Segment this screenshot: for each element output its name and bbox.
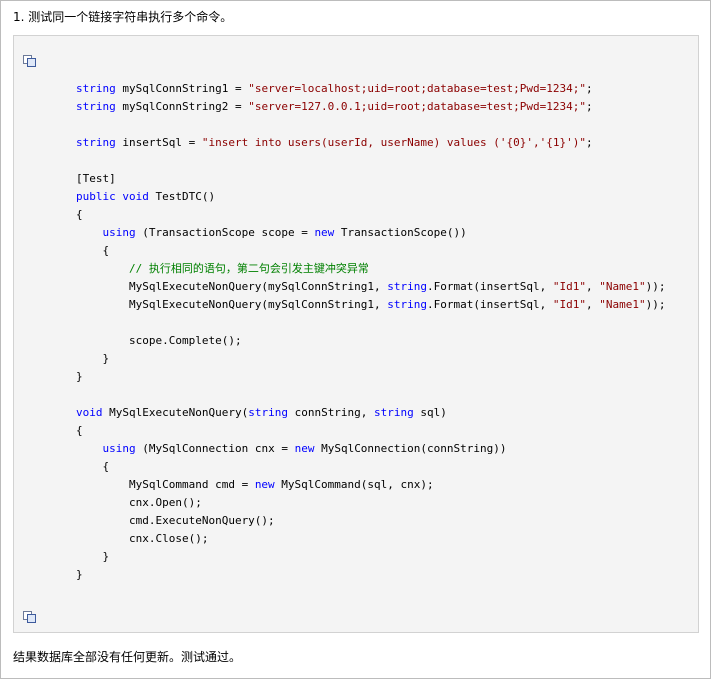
code-line: MySqlExecuteNonQuery(mySqlConnString1, s… — [76, 278, 666, 296]
code-line: string mySqlConnString2 = "server=127.0.… — [76, 98, 665, 116]
code-keyword: void — [76, 406, 103, 419]
code-string: "Name1" — [599, 280, 646, 293]
code-line: cnx.Close(); — [76, 530, 665, 548]
code-line: void MySqlExecuteNonQuery(string connStr… — [76, 404, 665, 422]
code-text: (MySqlConnection cnx = — [135, 442, 295, 455]
code-keyword: new — [314, 226, 335, 239]
code-text: (TransactionScope scope = — [135, 226, 315, 239]
code-line: } — [76, 548, 665, 566]
code-text: )); — [645, 280, 666, 293]
code-keyword: new — [254, 478, 275, 491]
code-string: "Id1" — [552, 280, 586, 293]
code-keyword: string — [76, 82, 116, 95]
code-line: } — [76, 368, 665, 386]
code-text: } — [76, 352, 110, 365]
code-text: } — [76, 550, 110, 563]
code-keyword: using — [102, 442, 136, 455]
code-text: } — [76, 370, 83, 383]
code-text: )); — [645, 298, 666, 311]
code-text: MySqlExecuteNonQuery( — [102, 406, 249, 419]
code-line: string mySqlConnString1 = "server=localh… — [76, 80, 665, 98]
code-line: cmd.ExecuteNonQuery(); — [76, 512, 665, 530]
code-text: ; — [585, 136, 593, 149]
code-keyword: string — [76, 100, 116, 113]
code-line: public void TestDTC() — [76, 188, 665, 206]
code-text: , — [585, 280, 600, 293]
code-keyword: new — [294, 442, 315, 455]
copy-icon[interactable] — [22, 54, 38, 68]
code-text: [Test] — [76, 172, 116, 185]
code-string: "server=localhost;uid=root;database=test… — [248, 82, 586, 95]
code-text: MySqlCommand cmd = — [76, 478, 255, 491]
code-text: mySqlConnString1 = — [115, 82, 249, 95]
code-text: insertSql = — [115, 136, 202, 149]
code-string: "Name1" — [599, 298, 646, 311]
code-keyword: string — [374, 406, 414, 419]
code-line: using (TransactionScope scope = new Tran… — [76, 224, 665, 242]
code-string: "Id1" — [552, 298, 586, 311]
code-string: "server=127.0.0.1;uid=root;database=test… — [248, 100, 586, 113]
code-text: cnx.Open(); — [76, 496, 202, 509]
code-line: } — [76, 350, 665, 368]
code-text: cmd.ExecuteNonQuery(); — [76, 514, 275, 527]
code-line: { — [76, 422, 665, 440]
code-keyword: void — [122, 190, 149, 203]
code-text: ; — [585, 100, 593, 113]
code-text: sql) — [413, 406, 447, 419]
code-line: string insertSql = "insert into users(us… — [76, 134, 665, 152]
code-keyword: using — [102, 226, 136, 239]
code-text: scope.Complete(); — [76, 334, 242, 347]
code-text: ; — [585, 82, 593, 95]
code-text: MySqlConnection(connString)) — [314, 442, 507, 455]
code-listing: string mySqlConnString1 = "server=localh… — [76, 80, 665, 584]
code-text: { — [76, 244, 110, 257]
code-line: scope.Complete(); — [76, 332, 665, 350]
code-comment: // 执行相同的语句，第二句会引发主键冲突异常 — [128, 262, 369, 275]
copy-icon[interactable] — [22, 610, 38, 624]
code-text: .Format(insertSql, — [427, 298, 553, 311]
code-line: { — [76, 206, 665, 224]
code-keyword: string — [387, 298, 428, 311]
code-line: { — [76, 242, 665, 260]
intro-text: 1. 测试同一个链接字符串执行多个命令。 — [13, 10, 233, 24]
code-text: TestDTC() — [148, 190, 216, 203]
code-text: { — [76, 208, 83, 221]
code-keyword: string — [387, 280, 428, 293]
code-text: , — [585, 298, 600, 311]
code-text: MySqlCommand(sql, cnx); — [274, 478, 434, 491]
code-line: [Test] — [76, 170, 665, 188]
article-frame: 1. 测试同一个链接字符串执行多个命令。 string mySqlConnStr… — [0, 0, 711, 679]
code-line: cnx.Open(); — [76, 494, 665, 512]
code-keyword: string — [76, 136, 116, 149]
code-line: MySqlExecuteNonQuery(mySqlConnString1, s… — [76, 296, 666, 314]
code-line: // 执行相同的语句，第二句会引发主键冲突异常 — [76, 260, 665, 278]
code-line: MySqlCommand cmd = new MySqlCommand(sql,… — [76, 476, 665, 494]
code-text: connString, — [287, 406, 375, 419]
code-text: cnx.Close(); — [76, 532, 209, 545]
code-line: { — [76, 458, 665, 476]
code-line: using (MySqlConnection cnx = new MySqlCo… — [76, 440, 665, 458]
code-text: MySqlExecuteNonQuery(mySqlConnString1, — [76, 298, 388, 311]
code-text: .Format(insertSql, — [427, 280, 553, 293]
code-text: mySqlConnString2 = — [115, 100, 249, 113]
code-text: { — [76, 424, 83, 437]
code-text: { — [76, 460, 110, 473]
code-string: "insert into users(userId, userName) val… — [201, 136, 586, 149]
code-text: MySqlExecuteNonQuery(mySqlConnString1, — [76, 280, 388, 293]
code-line: } — [76, 566, 665, 584]
code-keyword: string — [248, 406, 288, 419]
code-block: string mySqlConnString1 = "server=localh… — [13, 35, 699, 633]
outro-text: 结果数据库全部没有任何更新。测试通过。 — [13, 650, 242, 664]
code-keyword: public — [76, 190, 116, 203]
code-text: } — [76, 568, 83, 581]
code-text: TransactionScope()) — [334, 226, 467, 239]
